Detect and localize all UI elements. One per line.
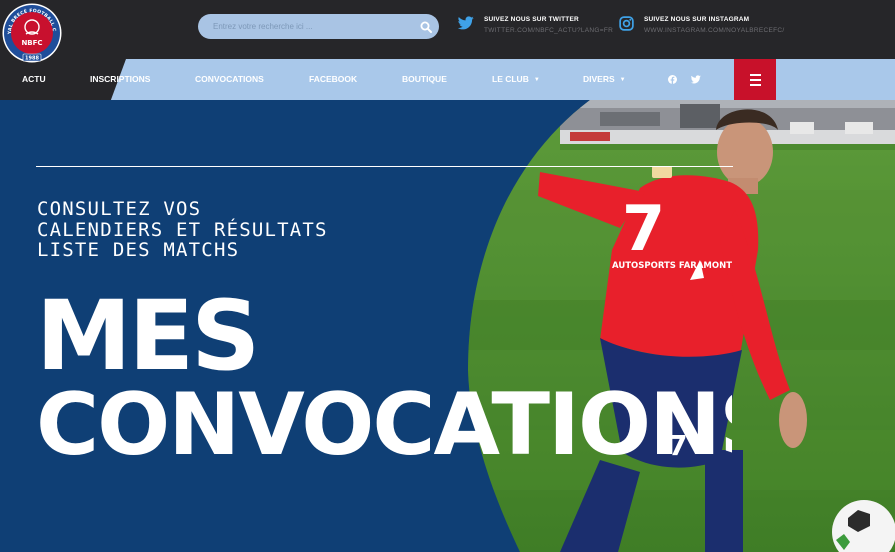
hero-banner: 7 AUTOSPORTS FARAMONT 7 CONSULTEZ VOS CA…: [0, 100, 895, 552]
twitter-handle[interactable]: TWITTER.COM/NBFC_ACTU?LANG=FR: [484, 27, 613, 34]
hero-subtitle: CONSULTEZ VOS CALENDIERS ET RÉSULTATS LI…: [37, 199, 328, 261]
top-bar: SUIVEZ NOUS SUR TWITTER TWITTER.COM/NBFC…: [0, 0, 895, 59]
hero-title-line-2: CONVOCATIONS: [36, 375, 732, 475]
nav-item-divers[interactable]: DIVERS ▼: [583, 59, 626, 100]
facebook-icon[interactable]: [665, 72, 679, 86]
logo-initials: NBFC: [21, 39, 42, 47]
shirt-number: 7: [622, 192, 665, 265]
nav-item-le-club-label: LE CLUB: [492, 74, 529, 84]
nav-item-facebook[interactable]: FACEBOOK: [309, 59, 357, 100]
nav-item-divers-label: DIVERS: [583, 74, 615, 84]
chevron-down-icon: ▼: [533, 77, 540, 83]
hero-subtitle-line-1: CONSULTEZ VOS: [37, 198, 202, 220]
instagram-handle[interactable]: WWW.INSTAGRAM.COM/NOYALBRECEFC/: [644, 27, 785, 34]
twitter-follow[interactable]: SUIVEZ NOUS SUR TWITTER TWITTER.COM/NBFC…: [457, 16, 613, 35]
search-input[interactable]: [198, 14, 413, 39]
nav-item-boutique[interactable]: BOUTIQUE: [402, 59, 447, 100]
hero-subtitle-line-2: CALENDIERS ET RÉSULTATS: [37, 218, 328, 241]
nav-item-actu[interactable]: ACTU: [22, 59, 46, 100]
hero-divider: [36, 166, 733, 167]
hero-title-line-1: MES: [36, 280, 260, 392]
hamburger-menu-icon[interactable]: [734, 59, 776, 100]
chevron-down-icon: ▼: [619, 77, 626, 83]
nav-item-inscriptions[interactable]: INSCRIPTIONS: [90, 59, 150, 100]
instagram-icon: [619, 16, 634, 36]
hero-title-line-2-wrapper: CONVOCATIONS: [36, 375, 732, 475]
hero-subtitle-line-3: LISTE DES MATCHS: [37, 239, 240, 261]
search-icon[interactable]: [413, 14, 439, 39]
shirt-sponsor: AUTOSPORTS FARAMONT: [612, 261, 732, 271]
main-nav: ACTU INSCRIPTIONS CONVOCATIONS FACEBOOK …: [0, 59, 895, 100]
club-logo[interactable]: NOYAL BRECÉ FOOTBALL CLUB NBFC 1988: [0, 0, 62, 64]
search-bar: [198, 14, 439, 39]
instagram-follow[interactable]: SUIVEZ NOUS SUR INSTAGRAM WWW.INSTAGRAM.…: [619, 16, 785, 36]
twitter-icon: [457, 16, 474, 35]
instagram-title: SUIVEZ NOUS SUR INSTAGRAM: [644, 16, 750, 23]
logo-year: 1988: [25, 56, 39, 62]
nav-item-le-club[interactable]: LE CLUB ▼: [492, 59, 540, 100]
page: SUIVEZ NOUS SUR TWITTER TWITTER.COM/NBFC…: [0, 0, 895, 552]
nav-item-convocations[interactable]: CONVOCATIONS: [195, 59, 264, 100]
twitter-icon[interactable]: [689, 72, 703, 86]
twitter-title: SUIVEZ NOUS SUR TWITTER: [484, 16, 579, 23]
